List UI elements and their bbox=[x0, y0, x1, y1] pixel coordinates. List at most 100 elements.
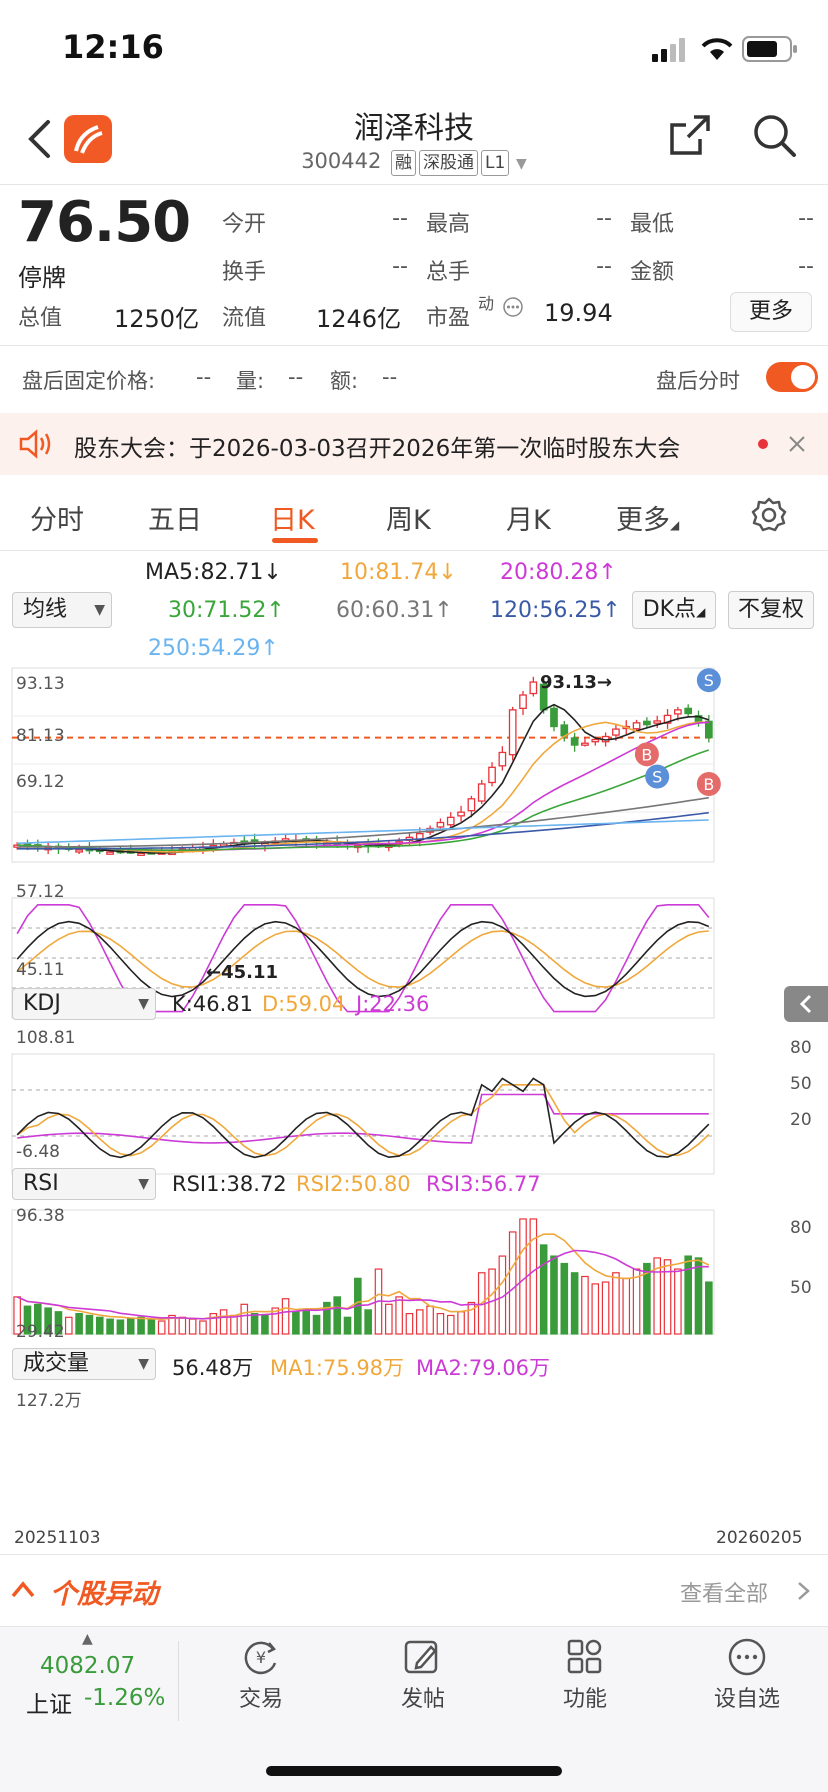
rsi-selector[interactable]: RSI ▼ bbox=[12, 1168, 156, 1200]
date-end: 20260205 bbox=[716, 1528, 803, 1548]
rsi-level-80: 80 bbox=[790, 1218, 812, 1238]
tab-weekly-k[interactable]: 周K bbox=[386, 498, 431, 537]
volume-bar bbox=[694, 1257, 703, 1335]
wifi-icon bbox=[701, 38, 733, 60]
total-cap-label: 总值 bbox=[18, 306, 63, 331]
candle-body bbox=[457, 811, 465, 817]
dk-point-button[interactable]: DK点◢ bbox=[632, 591, 716, 629]
ma20-label: 20:80.28↑ bbox=[500, 560, 617, 585]
volume-bar bbox=[457, 1311, 465, 1335]
after-hours-price: -- bbox=[196, 365, 212, 389]
nav-post[interactable]: 发帖 bbox=[368, 1637, 478, 1713]
rsi-selector-label: RSI bbox=[23, 1171, 59, 1196]
chevron-down-icon[interactable]: ▼ bbox=[516, 156, 527, 172]
chevron-right-icon bbox=[798, 1582, 810, 1600]
rsi-y-min: 29.42 bbox=[16, 1322, 65, 1342]
volume-bar bbox=[405, 1312, 414, 1335]
adjust-button[interactable]: 不复权 bbox=[728, 591, 814, 629]
ma250-label: 250:54.29↑ bbox=[148, 636, 279, 661]
divider bbox=[0, 345, 828, 346]
divider bbox=[178, 1641, 179, 1721]
search-icon[interactable] bbox=[752, 113, 798, 159]
candle-body bbox=[591, 738, 600, 743]
volume-bar bbox=[302, 1309, 311, 1335]
tab-more[interactable]: 更多◢ bbox=[616, 498, 679, 537]
kline-y-min: 45.11 bbox=[16, 960, 65, 980]
tab-more-label: 更多 bbox=[616, 505, 670, 536]
home-indicator bbox=[266, 1766, 562, 1776]
tab-intraday[interactable]: 分时 bbox=[30, 498, 84, 537]
volume-bar bbox=[157, 1320, 166, 1335]
ma5-label: MA5:82.71↓ bbox=[145, 560, 282, 585]
kdj-selector[interactable]: KDJ ▼ bbox=[12, 988, 156, 1020]
volume-bar bbox=[230, 1314, 238, 1335]
candle-body bbox=[467, 798, 476, 812]
notice-bar[interactable]: 股东大会：于2026-03-03召开2026年第一次临时股东大会 bbox=[0, 413, 828, 475]
collapse-panel-button[interactable] bbox=[784, 986, 828, 1022]
tab-monthly-k[interactable]: 月K bbox=[506, 498, 551, 537]
more-button[interactable]: 更多 bbox=[730, 292, 812, 332]
kdj-level-20: 20 bbox=[790, 1110, 812, 1130]
share-icon[interactable] bbox=[668, 113, 712, 157]
signal-marker-text: B bbox=[703, 775, 714, 794]
active-tab-indicator bbox=[272, 538, 318, 543]
notice-text[interactable]: 股东大会：于2026-03-03召开2026年第一次临时股东大会 bbox=[74, 429, 734, 463]
candle-body bbox=[529, 681, 538, 695]
total-cap-value: 1250亿 bbox=[114, 305, 200, 333]
ma-selector[interactable]: 均线 ▼ bbox=[12, 592, 112, 628]
after-hours-toggle[interactable] bbox=[766, 362, 818, 392]
settings-icon[interactable] bbox=[750, 496, 788, 534]
index-name: 上证 bbox=[26, 1692, 72, 1718]
volume-bar bbox=[446, 1314, 455, 1335]
candle-body bbox=[446, 816, 455, 826]
amount-label: 金额 bbox=[630, 260, 675, 285]
volume-bar bbox=[126, 1317, 135, 1335]
tab-five-day[interactable]: 五日 bbox=[148, 498, 202, 537]
turnover-value: -- bbox=[392, 254, 408, 279]
volume-bar bbox=[343, 1316, 352, 1335]
stock-chart[interactable]: BBSS bbox=[0, 662, 828, 1542]
rsi2-line bbox=[16, 1084, 710, 1157]
anomaly-bar[interactable]: 个股异动 查看全部 bbox=[0, 1556, 828, 1626]
volume-bar bbox=[395, 1296, 403, 1335]
volume-bar bbox=[467, 1301, 476, 1335]
nav-add-watchlist-label: 设自选 bbox=[713, 1687, 780, 1712]
kline-y-4: 57.12 bbox=[16, 882, 65, 902]
nav-functions[interactable]: 功能 bbox=[530, 1637, 640, 1713]
candle-body bbox=[570, 737, 579, 746]
nav-add-watchlist[interactable]: 设自选 bbox=[692, 1637, 802, 1713]
volume-bar bbox=[519, 1218, 527, 1335]
more-dots-icon[interactable] bbox=[502, 296, 524, 318]
tag-margin: 融 bbox=[391, 150, 417, 176]
kdj-y-max: 108.81 bbox=[16, 1028, 76, 1048]
index-change: -1.26% bbox=[84, 1685, 166, 1711]
status-bar: 12:16 bbox=[0, 0, 828, 95]
candle-body bbox=[488, 766, 496, 784]
candle-body bbox=[137, 852, 145, 856]
candle-body bbox=[550, 707, 558, 728]
ma5-line bbox=[17, 703, 710, 854]
nav-trade[interactable]: ¥ 交易 bbox=[206, 1637, 316, 1713]
index-value: 4082.07 bbox=[40, 1653, 136, 1679]
high-label: 最高 bbox=[426, 212, 471, 237]
kdj-selector-label: KDJ bbox=[23, 991, 61, 1016]
volume-bar bbox=[560, 1262, 569, 1335]
tab-daily-k[interactable]: 日K bbox=[270, 498, 315, 537]
chevron-up-icon[interactable] bbox=[10, 1578, 36, 1600]
kdj-d: D:59.04 bbox=[262, 992, 346, 1016]
volume-bar bbox=[364, 1309, 372, 1335]
nav-post-label: 发帖 bbox=[400, 1687, 445, 1712]
close-icon[interactable] bbox=[788, 435, 806, 453]
view-all-link[interactable]: 查看全部 bbox=[680, 1576, 768, 1608]
divider bbox=[0, 1554, 828, 1555]
volume-bar bbox=[75, 1312, 83, 1335]
vol-selector[interactable]: 成交量 ▼ bbox=[12, 1348, 156, 1380]
volume-bar bbox=[601, 1281, 610, 1335]
turnover-label: 换手 bbox=[222, 260, 267, 285]
index-widget[interactable]: ▲ 4082.07 上证 -1.26% bbox=[0, 1627, 180, 1737]
open-value: -- bbox=[392, 206, 408, 231]
dropdown-arrow-icon: ▼ bbox=[138, 1356, 149, 1372]
candle-body bbox=[508, 709, 517, 756]
candle-body bbox=[643, 720, 651, 726]
kdj-y-min: -6.48 bbox=[16, 1142, 60, 1162]
